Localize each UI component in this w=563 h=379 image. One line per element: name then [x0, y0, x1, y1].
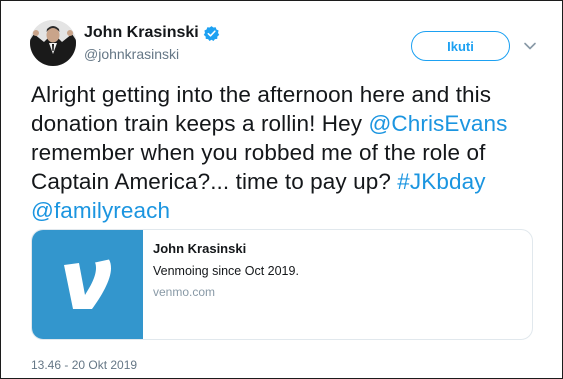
- card-title: John Krasinski: [153, 241, 247, 256]
- follow-button[interactable]: Ikuti: [411, 31, 510, 61]
- card-domain: venmo.com: [153, 285, 216, 299]
- chevron-down-icon[interactable]: [521, 37, 539, 55]
- link-preview-card[interactable]: John Krasinski Venmoing since Oct 2019. …: [31, 229, 533, 340]
- card-body: John Krasinski Venmoing since Oct 2019. …: [143, 230, 299, 339]
- mention-link-chrisevans[interactable]: @ChrisEvans: [368, 111, 507, 136]
- tweet-text: Alright getting into the afternoon here …: [31, 80, 546, 225]
- author-handle[interactable]: @johnkrasinski: [84, 46, 179, 62]
- mention-link-familyreach[interactable]: @familyreach: [31, 198, 170, 223]
- venmo-logo-icon: [63, 259, 111, 309]
- author-name-row[interactable]: John Krasinski: [84, 24, 220, 42]
- hashtag-link-jkbday[interactable]: #JKbday: [397, 169, 485, 194]
- card-description: Venmoing since Oct 2019.: [153, 264, 299, 278]
- avatar-photo-icon: [30, 20, 76, 66]
- avatar[interactable]: [30, 20, 76, 66]
- verified-badge-icon: [203, 25, 220, 42]
- tweet-timestamp[interactable]: 13.46 - 20 Okt 2019: [31, 358, 137, 372]
- author-display-name[interactable]: John Krasinski: [84, 24, 199, 42]
- card-thumbnail: [32, 230, 143, 339]
- tweet-container: John Krasinski @johnkrasinski Ikuti Alri…: [0, 0, 563, 379]
